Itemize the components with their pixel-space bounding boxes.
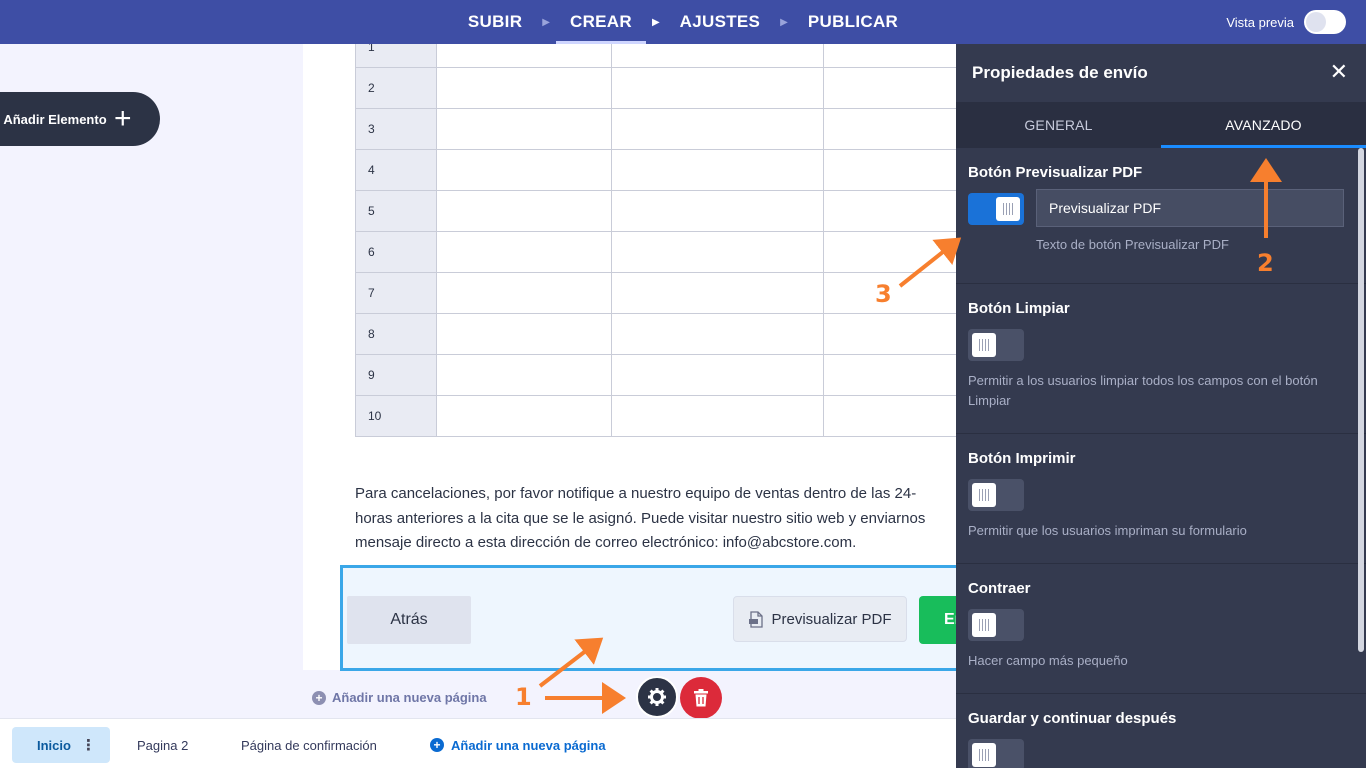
- annotation-label-2: 2: [1257, 249, 1274, 277]
- arrow-3: [898, 237, 962, 288]
- annotation-label-1: 1: [515, 683, 532, 711]
- annotation-arrows: [538, 158, 1282, 714]
- annotation-label-3: 3: [875, 280, 892, 308]
- arrow-1a: [538, 637, 604, 688]
